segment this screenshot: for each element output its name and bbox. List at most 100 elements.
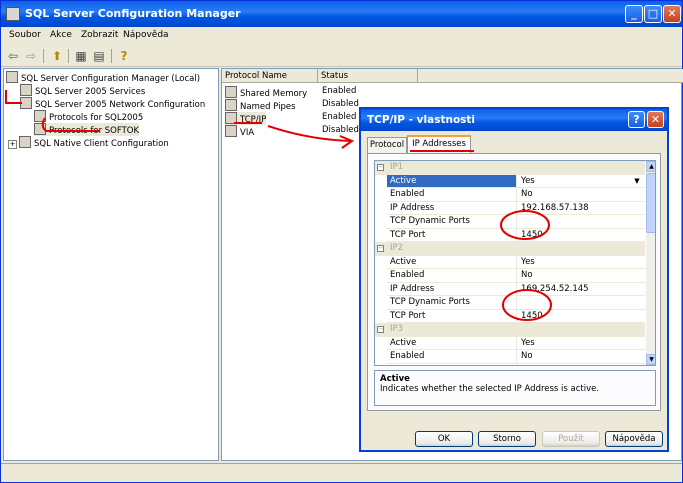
column-header-status[interactable]: Status	[318, 69, 418, 83]
property-row[interactable]: Active Yes	[375, 336, 645, 350]
property-row[interactable]: TCP Port 1450	[375, 309, 645, 323]
property-name: TCP Port	[387, 228, 517, 242]
property-value[interactable]: 1450	[517, 310, 645, 323]
list-item[interactable]: Shared Memory	[225, 86, 307, 99]
property-value[interactable]: No	[517, 188, 645, 202]
dialog-title-bar[interactable]: TCP/IP - vlastnosti ? ✕	[361, 109, 667, 131]
tree-root[interactable]: SQL Server Configuration Manager (Local)	[6, 71, 200, 84]
cancel-button[interactable]: Storno	[478, 431, 536, 447]
property-name: Enabled	[387, 269, 517, 283]
menu-zobrazit[interactable]: Zobrazit	[81, 30, 118, 40]
property-row[interactable]: TCP Dynamic Ports	[375, 296, 645, 310]
property-value[interactable]: 1450	[517, 229, 645, 242]
title-bar[interactable]: SQL Server Configuration Manager _ □ ✕	[1, 1, 682, 27]
tab-ip-addresses[interactable]: IP Addresses	[407, 135, 471, 153]
apply-button[interactable]: Použít	[542, 431, 600, 447]
vertical-scrollbar[interactable]: ▲ ▼	[646, 161, 655, 365]
collapse-icon[interactable]: −	[377, 326, 384, 333]
maximize-button[interactable]: □	[644, 5, 662, 23]
description-text: Indicates whether the selected IP Addres…	[380, 384, 600, 394]
tab-panel: − IP1 Active Yes ▼ Enabled No IP Address 192.168…	[367, 153, 661, 411]
tree-item-native-client[interactable]: + SQL Native Client Configuration	[8, 136, 169, 149]
collapse-icon[interactable]: −	[377, 164, 384, 171]
ok-button[interactable]: OK	[415, 431, 473, 447]
dialog-help-button[interactable]: ?	[628, 111, 645, 128]
property-value[interactable]: Yes	[517, 337, 645, 350]
scroll-thumb[interactable]	[646, 173, 655, 233]
property-row[interactable]: Active Yes	[375, 255, 645, 269]
property-name: Active	[387, 174, 517, 188]
dropdown-arrow-icon[interactable]: ▼	[631, 176, 643, 187]
menu-akce[interactable]: Akce	[50, 30, 72, 40]
help-icon[interactable]: ?	[116, 48, 132, 64]
config-manager-icon	[6, 71, 18, 83]
property-section[interactable]: − IP1	[375, 161, 645, 175]
property-value[interactable]: 192.168.57.138	[517, 202, 645, 215]
property-row[interactable]: Enabled No	[375, 350, 645, 364]
property-value[interactable]	[517, 215, 645, 229]
property-section[interactable]: − IP2	[375, 242, 645, 256]
property-name: IP Address	[387, 363, 517, 365]
client-icon	[19, 136, 31, 148]
tab-protocol[interactable]: Protocol	[367, 137, 407, 153]
scroll-down-arrow-icon[interactable]: ▼	[646, 354, 655, 365]
property-value[interactable]: Yes	[517, 256, 645, 269]
up-folder-icon[interactable]: ⬆	[49, 48, 65, 64]
protocol-name: TCP/IP	[240, 115, 267, 125]
property-row[interactable]: Enabled No	[375, 269, 645, 283]
property-value[interactable]: 5.90.245.157	[517, 364, 645, 366]
scroll-up-arrow-icon[interactable]: ▲	[646, 161, 655, 172]
dialog-title: TCP/IP - vlastnosti	[367, 114, 476, 126]
export-list-icon[interactable]: ▤	[91, 48, 107, 64]
minimize-button[interactable]: _	[625, 5, 643, 23]
menu-napoveda[interactable]: Nápověda	[123, 30, 169, 40]
forward-icon[interactable]: ⇨	[23, 48, 39, 64]
list-item-selected[interactable]: TCP/IP	[225, 112, 267, 125]
protocol-status: Disabled	[322, 125, 359, 135]
window-title: SQL Server Configuration Manager	[25, 7, 241, 20]
close-button[interactable]: ✕	[663, 5, 681, 23]
property-value[interactable]: 169.254.52.145	[517, 283, 645, 296]
property-value[interactable]: Yes	[517, 175, 645, 188]
description-panel: Active Indicates whether the selected IP…	[374, 370, 656, 406]
property-name: Enabled	[387, 188, 517, 202]
protocol-status: Disabled	[322, 99, 359, 109]
property-name: Active	[387, 336, 517, 350]
protocol-name: Shared Memory	[240, 89, 308, 99]
tree-item-services[interactable]: SQL Server 2005 Services	[20, 84, 145, 97]
list-item[interactable]: VIA	[225, 125, 254, 138]
dialog-close-button[interactable]: ✕	[647, 111, 664, 128]
protocol-icon	[225, 125, 237, 137]
property-row[interactable]: IP Address5.90.245.157	[375, 363, 645, 366]
property-row[interactable]: IP Address 192.168.57.138	[375, 201, 645, 215]
property-value[interactable]: No	[517, 269, 645, 283]
section-label: IP3	[390, 324, 404, 334]
property-row[interactable]: TCP Port 1450	[375, 228, 645, 242]
back-icon[interactable]: ⇦	[5, 48, 21, 64]
tree-item-network-config[interactable]: SQL Server 2005 Network Configuration	[20, 97, 205, 110]
property-row[interactable]: TCP Dynamic Ports	[375, 215, 645, 229]
tree-item-protocols-sql2005[interactable]: Protocols for SQL2005	[34, 110, 143, 123]
column-header-filler	[418, 69, 683, 83]
column-header-protocol[interactable]: Protocol Name	[222, 69, 318, 83]
menu-soubor[interactable]: Soubor	[9, 30, 41, 40]
property-name: Enabled	[387, 350, 517, 364]
property-value[interactable]: No	[517, 350, 645, 364]
property-row[interactable]: IP Address 169.254.52.145	[375, 282, 645, 296]
protocol-status: Enabled	[322, 86, 357, 96]
property-grid[interactable]: − IP1 Active Yes ▼ Enabled No IP Address 192.168…	[374, 160, 656, 366]
property-row[interactable]: Active Yes ▼	[375, 174, 645, 188]
help-button[interactable]: Nápověda	[605, 431, 663, 447]
tree-item-protocols-softok[interactable]: Protocols for SOFTOK	[34, 123, 140, 136]
collapse-icon[interactable]: −	[377, 245, 384, 252]
property-section[interactable]: − IP3	[375, 323, 645, 337]
list-item[interactable]: Named Pipes	[225, 99, 296, 112]
properties-icon[interactable]: ▦	[73, 48, 89, 64]
property-value[interactable]	[517, 296, 645, 310]
property-name: TCP Dynamic Ports	[387, 215, 517, 229]
property-name: Active	[387, 255, 517, 269]
expand-icon[interactable]: +	[8, 140, 17, 149]
toolbar-separator	[43, 49, 44, 63]
server-icon	[20, 84, 32, 96]
property-row[interactable]: Enabled No	[375, 188, 645, 202]
